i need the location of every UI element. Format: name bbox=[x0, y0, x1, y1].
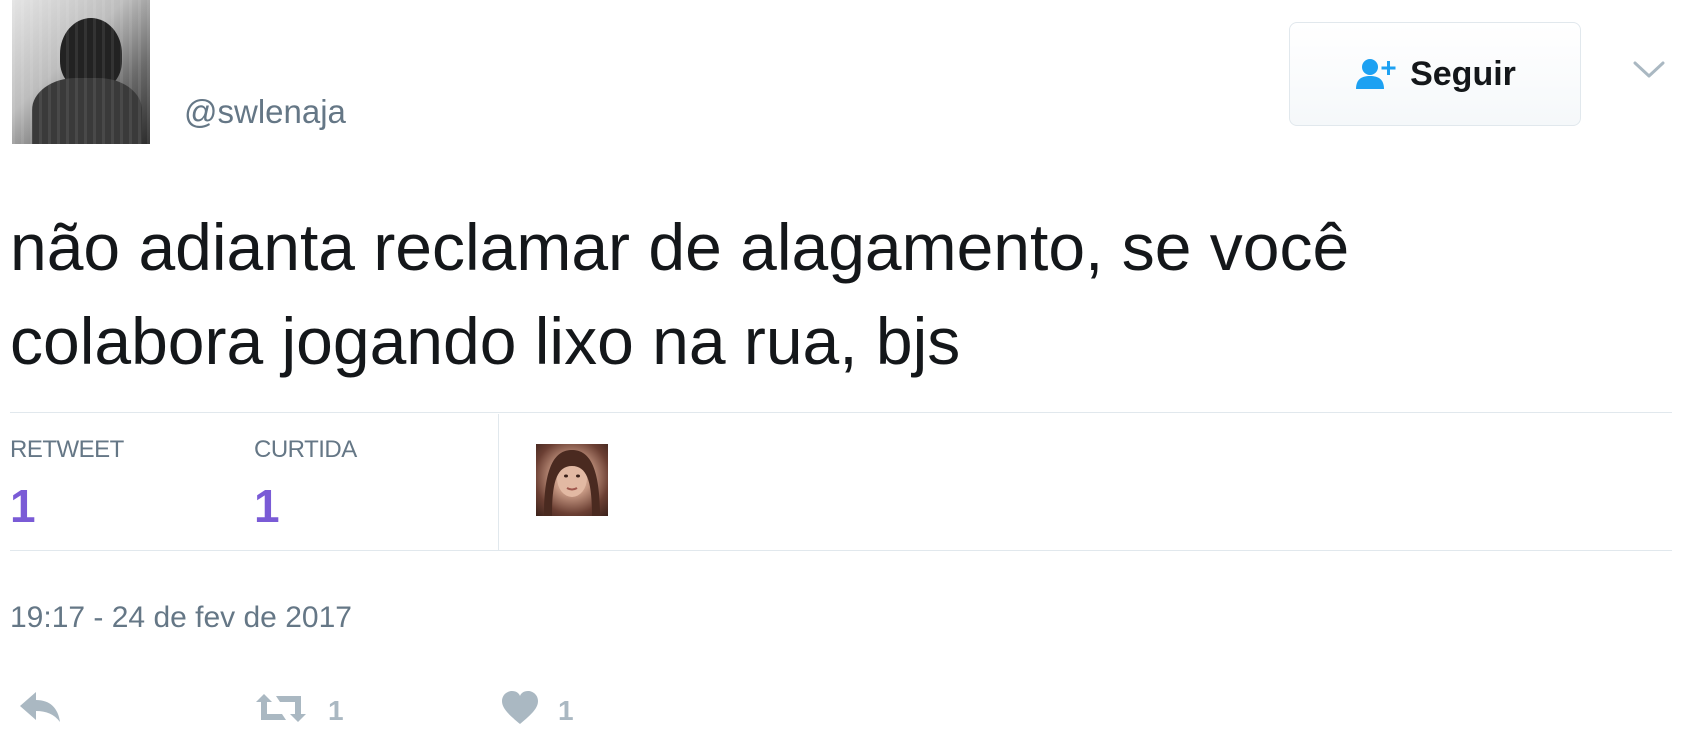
follow-user-icon bbox=[1354, 57, 1398, 91]
reply-button[interactable] bbox=[18, 690, 62, 729]
follow-button[interactable]: Seguir bbox=[1289, 22, 1581, 126]
follow-button-label: Seguir bbox=[1410, 54, 1516, 93]
tweet-timestamp[interactable]: 19:17 - 24 de fev de 2017 bbox=[10, 598, 352, 638]
retweet-icon bbox=[252, 690, 310, 731]
retweet-button[interactable]: 1 bbox=[252, 690, 344, 731]
liker-avatar[interactable] bbox=[536, 444, 608, 516]
like-stat-value: 1 bbox=[254, 480, 280, 532]
stats-bottom-divider bbox=[10, 550, 1672, 551]
retweet-stat[interactable]: RETWEET 1 bbox=[10, 436, 124, 538]
like-button[interactable]: 1 bbox=[500, 690, 574, 731]
tweet-text: não adianta reclamar de alagamento, se v… bbox=[10, 210, 1350, 378]
stats-top-divider bbox=[10, 412, 1672, 413]
author-handle[interactable]: @swlenaja bbox=[184, 92, 346, 132]
like-stat-label: CURTIDA bbox=[254, 436, 357, 463]
author-avatar[interactable] bbox=[12, 0, 150, 144]
stats-vertical-divider bbox=[498, 414, 499, 550]
retweet-stat-value: 1 bbox=[10, 480, 36, 532]
retweet-stat-label: RETWEET bbox=[10, 436, 124, 463]
like-count: 1 bbox=[558, 694, 574, 726]
retweet-count: 1 bbox=[328, 694, 344, 726]
heart-icon bbox=[500, 690, 540, 731]
chevron-down-icon[interactable] bbox=[1632, 58, 1666, 82]
like-stat[interactable]: CURTIDA 1 bbox=[254, 436, 357, 538]
reply-icon bbox=[18, 690, 62, 729]
avatar-texture bbox=[12, 0, 150, 144]
